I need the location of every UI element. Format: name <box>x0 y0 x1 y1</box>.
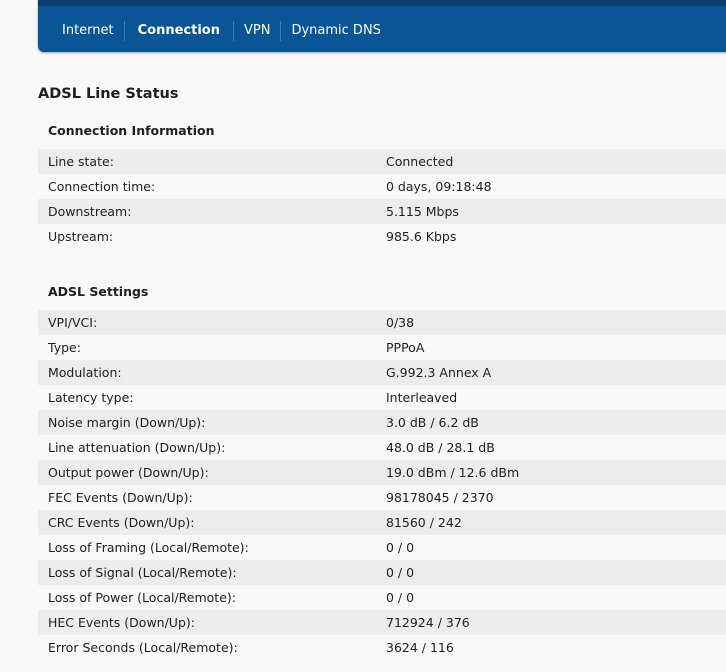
connection-info-table: Line state: Connected Connection time: 0… <box>38 149 726 249</box>
row-value: 985.6 Kbps <box>386 229 457 244</box>
row-label: Output power (Down/Up): <box>48 465 209 480</box>
table-row: Line state: Connected <box>38 149 726 174</box>
table-row: FEC Events (Down/Up): 98178045 / 2370 <box>38 485 726 510</box>
table-row: Upstream: 985.6 Kbps <box>38 224 726 249</box>
table-row: VPI/VCI: 0/38 <box>38 310 726 335</box>
table-row: CRC Events (Down/Up): 81560 / 242 <box>38 510 726 535</box>
page-title: ADSL Line Status <box>38 86 179 102</box>
row-label: Line attenuation (Down/Up): <box>48 440 226 455</box>
row-label: Loss of Power (Local/Remote): <box>48 590 236 605</box>
table-row: Latency type: Interleaved <box>38 385 726 410</box>
nav-item-vpn[interactable]: VPN <box>233 21 280 41</box>
row-value: 98178045 / 2370 <box>386 490 494 505</box>
row-label: VPI/VCI: <box>48 315 98 330</box>
nav-item-connection[interactable]: Connection <box>123 21 233 41</box>
row-value: 19.0 dBm / 12.6 dBm <box>386 465 520 480</box>
row-label: Downstream: <box>48 204 132 219</box>
row-value: G.992.3 Annex A <box>386 365 492 380</box>
row-value: PPPoA <box>386 340 425 355</box>
table-row: Type: PPPoA <box>38 335 726 360</box>
row-value: 0 days, 09:18:48 <box>386 179 492 194</box>
row-label: Upstream: <box>48 229 114 244</box>
table-row: Loss of Framing (Local/Remote): 0 / 0 <box>38 535 726 560</box>
nav-menu: Internet Connection VPN Dynamic DNS <box>52 21 391 41</box>
row-value: 0/38 <box>386 315 415 330</box>
table-row: Downstream: 5.115 Mbps <box>38 199 726 224</box>
section-title-connection-information: Connection Information <box>48 123 215 138</box>
row-value: 81560 / 242 <box>386 515 462 530</box>
row-value: 0 / 0 <box>386 565 415 580</box>
row-label: FEC Events (Down/Up): <box>48 490 193 505</box>
row-value: 48.0 dB / 28.1 dB <box>386 440 495 455</box>
adsl-settings-table: VPI/VCI: 0/38 Type: PPPoA Modulation: G.… <box>38 310 726 660</box>
row-value: 3.0 dB / 6.2 dB <box>386 415 479 430</box>
row-label: Loss of Framing (Local/Remote): <box>48 540 249 555</box>
row-label: HEC Events (Down/Up): <box>48 615 195 630</box>
top-nav-bar: Internet Connection VPN Dynamic DNS <box>38 0 726 52</box>
row-label: Latency type: <box>48 390 134 405</box>
table-row: Loss of Signal (Local/Remote): 0 / 0 <box>38 560 726 585</box>
row-label: Line state: <box>48 154 114 169</box>
row-value: 0 / 0 <box>386 590 415 605</box>
row-value: 0 / 0 <box>386 540 415 555</box>
row-label: Error Seconds (Local/Remote): <box>48 640 238 655</box>
row-value: Interleaved <box>386 390 458 405</box>
row-label: Type: <box>48 340 81 355</box>
table-row: HEC Events (Down/Up): 712924 / 376 <box>38 610 726 635</box>
row-value: 3624 / 116 <box>386 640 454 655</box>
section-title-adsl-settings: ADSL Settings <box>48 284 149 299</box>
table-row: Error Seconds (Local/Remote): 3624 / 116 <box>38 635 726 660</box>
table-row: Connection time: 0 days, 09:18:48 <box>38 174 726 199</box>
row-value: 5.115 Mbps <box>386 204 459 219</box>
row-label: Loss of Signal (Local/Remote): <box>48 565 237 580</box>
row-label: CRC Events (Down/Up): <box>48 515 195 530</box>
row-label: Noise margin (Down/Up): <box>48 415 206 430</box>
table-row: Loss of Power (Local/Remote): 0 / 0 <box>38 585 726 610</box>
nav-item-internet[interactable]: Internet <box>52 21 124 41</box>
row-value: 712924 / 376 <box>386 615 470 630</box>
row-value: Connected <box>386 154 454 169</box>
table-row: Noise margin (Down/Up): 3.0 dB / 6.2 dB <box>38 410 726 435</box>
nav-item-dynamic-dns[interactable]: Dynamic DNS <box>280 21 390 41</box>
table-row: Line attenuation (Down/Up): 48.0 dB / 28… <box>38 435 726 460</box>
table-row: Modulation: G.992.3 Annex A <box>38 360 726 385</box>
row-label: Modulation: <box>48 365 122 380</box>
table-row: Output power (Down/Up): 19.0 dBm / 12.6 … <box>38 460 726 485</box>
row-label: Connection time: <box>48 179 156 194</box>
